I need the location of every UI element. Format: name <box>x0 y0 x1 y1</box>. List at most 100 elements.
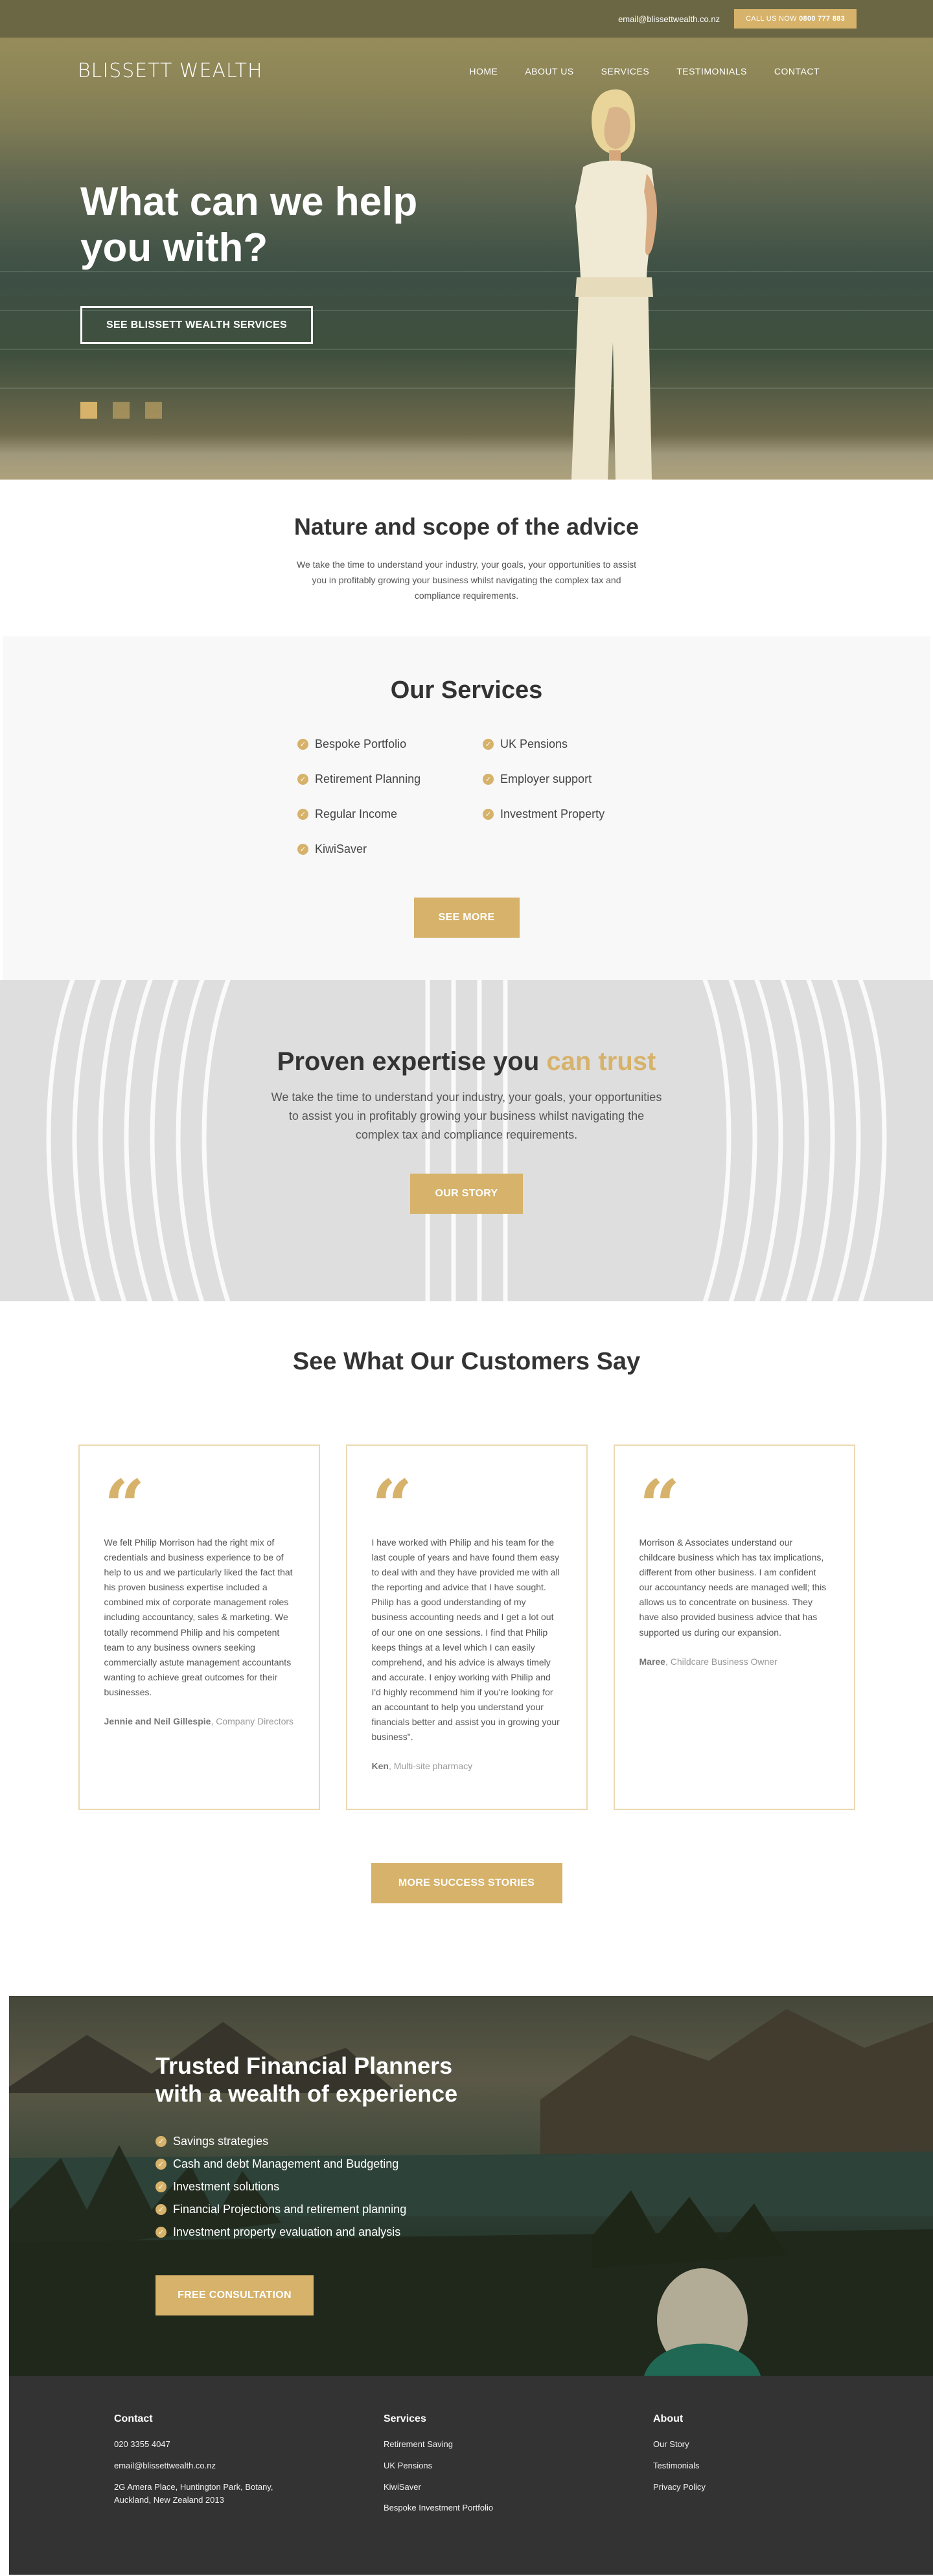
author-name: Maree <box>639 1656 665 1667</box>
see-more-button[interactable]: SEE MORE <box>413 898 520 938</box>
quote-icon: “ <box>639 1464 680 1548</box>
service-item: ✓ Regular Income <box>297 807 450 821</box>
footer-link-testimonials[interactable]: Testimonials <box>653 2459 923 2473</box>
check-icon: ✓ <box>156 2159 167 2170</box>
services-title: Our Services <box>390 677 543 704</box>
hero-title: What can we help you with? <box>80 180 418 271</box>
proven-title-main: Proven expertise you <box>277 1047 547 1076</box>
services-column-left: ✓ Bespoke Portfolio ✓ Retirement Planning … <box>297 737 450 856</box>
trusted-item-label: Investment solutions <box>173 2180 280 2194</box>
testimonial-card: “ We felt Philip Morrison had the right … <box>78 1445 320 1810</box>
footer-about-column: About Our Story Testimonials Privacy Pol… <box>653 2413 923 2575</box>
trusted-item-label: Cash and debt Management and Budgeting <box>173 2157 399 2171</box>
sea-wave <box>0 388 933 389</box>
quote-icon: “ <box>371 1464 413 1548</box>
check-icon: ✓ <box>156 2181 167 2193</box>
services-section: Our Services ✓ Bespoke Portfolio ✓ Retirem… <box>3 636 930 980</box>
trusted-item-label: Savings strategies <box>173 2135 269 2148</box>
trusted-list: ✓ Savings strategies ✓ Cash and debt Manag… <box>156 2135 544 2239</box>
check-icon: ✓ <box>297 843 308 855</box>
footer-link-our-story[interactable]: Our Story <box>653 2438 923 2452</box>
call-us-label: CALL US NOW <box>746 15 797 23</box>
proven-expertise-section: Proven expertise you can trust We take t… <box>0 980 933 1301</box>
sea-wave <box>0 349 933 350</box>
topbar-email-link[interactable]: email@blissettwealth.co.nz <box>618 14 720 24</box>
services-list: ✓ Bespoke Portfolio ✓ Retirement Planning … <box>3 737 930 856</box>
nav-links: HOME ABOUT US SERVICES TESTIMONIALS CONT… <box>469 66 820 76</box>
check-icon: ✓ <box>483 738 494 750</box>
nav-link-about-us[interactable]: ABOUT US <box>525 66 573 76</box>
testimonial-author: Ken, Multi-site pharmacy <box>371 1761 473 1772</box>
service-label: Retirement Planning <box>315 772 421 785</box>
testimonial-text: Morrison & Associates understand our chi… <box>639 1537 827 1638</box>
check-icon: ✓ <box>483 773 494 785</box>
check-icon: ✓ <box>297 808 308 820</box>
main-nav: BLISSETT WEALTH HOME ABOUT US SERVICES T… <box>78 60 820 82</box>
proven-title: Proven expertise you can trust <box>0 1047 933 1076</box>
testimonial-text: We felt Philip Morrison had the right mi… <box>104 1537 293 1697</box>
testimonial-author: Jennie and Neil Gillespie, Company Direc… <box>104 1716 294 1727</box>
nature-scope-section: Nature and scope of the advice We take t… <box>0 480 933 636</box>
nav-link-contact[interactable]: CONTACT <box>774 66 820 76</box>
footer-contact-column: Contact 020 3355 4047 email@blissettweal… <box>114 2413 384 2575</box>
testimonial-card: “ Morrison & Associates understand our c… <box>613 1445 855 1810</box>
service-label: Employer support <box>500 772 592 785</box>
footer-link-kiwisaver[interactable]: KiwiSaver <box>384 2481 653 2494</box>
trusted-title-line-2: with a wealth of experience <box>156 2080 458 2107</box>
top-bar: email@blissettwealth.co.nz CALL US NOW 0… <box>0 0 933 38</box>
free-consultation-button[interactable]: FREE CONSULTATION <box>156 2275 314 2316</box>
footer-phone-link[interactable]: 020 3355 4047 <box>114 2438 384 2452</box>
check-icon: ✓ <box>483 808 494 820</box>
footer-link-privacy-policy[interactable]: Privacy Policy <box>653 2481 923 2494</box>
service-item: ✓ Retirement Planning <box>297 772 450 786</box>
nav-link-home[interactable]: HOME <box>469 66 498 76</box>
testimonial-cards: “ We felt Philip Morrison had the right … <box>0 1445 933 1810</box>
call-us-number: 0800 777 883 <box>799 15 845 23</box>
nature-text: We take the time to understand your indu… <box>297 559 636 601</box>
trusted-item-label: Financial Projections and retirement pla… <box>173 2203 407 2216</box>
footer-link-uk-pensions[interactable]: UK Pensions <box>384 2459 653 2473</box>
author-name: Ken <box>371 1761 389 1772</box>
footer-services-column: Services Retirement Saving UK Pensions K… <box>384 2413 653 2575</box>
footer-address: 2G Amera Place, Huntington Park, Botany,… <box>114 2481 273 2505</box>
testimonials-section: See What Our Customers Say “ We felt Phi… <box>0 1301 933 1996</box>
trusted-item: ✓ Savings strategies <box>156 2135 544 2148</box>
trusted-title: Trusted Financial Planners with a wealth … <box>156 2052 544 2107</box>
author-role: Childcare Business Owner <box>670 1656 778 1667</box>
footer: Contact 020 3355 4047 email@blissettweal… <box>9 2376 933 2575</box>
more-success-stories-button[interactable]: MORE SUCCESS STORIES <box>371 1863 562 1903</box>
slider-dot-3[interactable] <box>145 402 162 419</box>
sea-foam <box>0 434 933 480</box>
footer-contact-title: Contact <box>114 2413 153 2424</box>
trusted-content: Trusted Financial Planners with a wealth … <box>156 2052 544 2316</box>
trusted-planners-section: Trusted Financial Planners with a wealth … <box>9 1996 933 2376</box>
services-column-right: ✓ UK Pensions ✓ Employer support ✓ Investme… <box>483 737 636 856</box>
service-item: ✓ Investment Property <box>483 807 636 821</box>
trusted-item: ✓ Cash and debt Management and Budgeting <box>156 2157 544 2171</box>
footer-link-retirement-saving[interactable]: Retirement Saving <box>384 2438 653 2452</box>
footer-email-link[interactable]: email@blissettwealth.co.nz <box>114 2459 384 2473</box>
check-icon: ✓ <box>297 773 308 785</box>
service-item: ✓ UK Pensions <box>483 737 636 751</box>
call-us-button[interactable]: CALL US NOW 0800 777 883 <box>734 9 857 29</box>
service-label: Regular Income <box>315 807 398 820</box>
service-label: Investment Property <box>500 807 605 820</box>
service-item: ✓ KiwiSaver <box>297 842 450 856</box>
service-label: Bespoke Portfolio <box>315 737 407 750</box>
trusted-item: ✓ Investment solutions <box>156 2180 544 2194</box>
slider-dot-2[interactable] <box>113 402 130 419</box>
check-icon: ✓ <box>156 2227 167 2238</box>
site-logo[interactable]: BLISSETT WEALTH <box>78 60 263 82</box>
footer-link-bespoke-portfolio[interactable]: Bespoke Investment Portfolio <box>384 2501 653 2515</box>
see-services-button[interactable]: SEE BLISSETT WEALTH SERVICES <box>80 306 313 344</box>
slider-dot-1[interactable] <box>80 402 97 419</box>
quote-icon: “ <box>104 1464 145 1548</box>
trusted-title-line-1: Trusted Financial Planners <box>156 2052 453 2079</box>
nav-link-services[interactable]: SERVICES <box>601 66 650 76</box>
testimonials-title: See What Our Customers Say <box>292 1348 641 1375</box>
author-name: Jennie and Neil Gillespie <box>104 1716 211 1727</box>
nav-link-testimonials[interactable]: TESTIMONIALS <box>676 66 747 76</box>
author-role: Multi-site pharmacy <box>393 1761 473 1772</box>
our-story-button[interactable]: OUR STORY <box>410 1174 523 1214</box>
footer-services-title: Services <box>384 2413 426 2424</box>
